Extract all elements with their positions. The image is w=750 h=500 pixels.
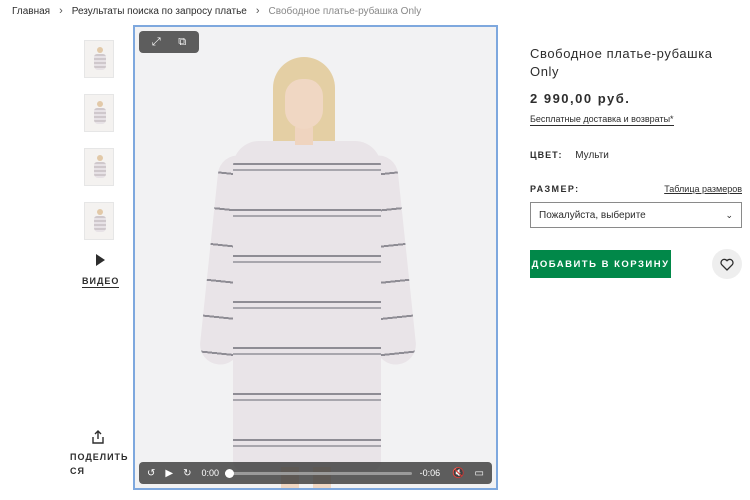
breadcrumb-separator: › [59, 5, 63, 17]
mute-icon[interactable]: 🔇 [452, 468, 464, 479]
share-icon [92, 430, 104, 444]
video-label: ВИДЕО [82, 276, 120, 288]
expand-icon[interactable]: ⤢ [152, 36, 161, 49]
breadcrumb-search-link[interactable]: Результаты поиска по запросу платье [72, 6, 247, 17]
seek-bar-handle[interactable] [224, 468, 234, 478]
thumbnail-list [84, 40, 116, 256]
forward-icon[interactable]: ↻ [183, 468, 191, 479]
share-label: ПОДЕЛИТЬСЯ [70, 452, 129, 476]
video-thumbnail[interactable]: ВИДЕО [82, 254, 120, 289]
breadcrumb-home-link[interactable]: Главная [12, 6, 50, 17]
color-label: ЦВЕТ: [530, 150, 563, 160]
size-select-value: Пожалуйста, выберите [539, 209, 646, 221]
seek-bar[interactable] [224, 468, 412, 478]
product-price: 2 990,00 руб. [530, 91, 631, 106]
size-label: РАЗМЕР: [530, 184, 580, 194]
free-delivery-link[interactable]: Бесплатные доставка и возвраты* [530, 114, 674, 126]
product-info: Свободное платье-рубашка Only 2 990,00 р… [530, 45, 742, 279]
thumbnail-4[interactable] [84, 202, 114, 240]
thumbnail-1[interactable] [84, 40, 114, 78]
size-select[interactable]: Пожалуйста, выберите ⌄ [530, 202, 742, 228]
player-controls: ↺ ▶ ↻ 0:00 -0:06 🔇 ▭ [139, 462, 492, 484]
chevron-down-icon: ⌄ [725, 209, 733, 220]
breadcrumb-current: Свободное платье-рубашка Only [268, 5, 422, 17]
thumbnail-3[interactable] [84, 148, 114, 186]
product-actions: ДОБАВИТЬ В КОРЗИНУ [530, 249, 742, 279]
captions-icon[interactable]: ▭ [475, 468, 484, 479]
size-chart-link[interactable]: Таблица размеров [664, 184, 742, 194]
share-button[interactable]: ПОДЕЛИТЬСЯ [66, 430, 130, 478]
thumbnail-2[interactable] [84, 94, 114, 132]
remaining-time: -0:06 [419, 468, 441, 478]
breadcrumb-separator: › [255, 5, 260, 17]
color-value: Мульти [575, 150, 609, 161]
add-to-cart-button[interactable]: ДОБАВИТЬ В КОРЗИНУ [530, 250, 672, 278]
product-video-player[interactable]: ⤢ ⧉ ↺ ▶ ↻ 0:00 -0:06 🔇 ▭ [133, 25, 498, 490]
heart-icon [720, 258, 734, 271]
size-row: РАЗМЕР: Таблица размеров [530, 184, 742, 194]
current-time: 0:00 [201, 468, 220, 478]
play-icon[interactable]: ▶ [165, 468, 173, 479]
rewind-icon[interactable]: ↺ [147, 468, 155, 479]
picture-in-picture-icon[interactable]: ⧉ [178, 36, 186, 49]
save-for-later-button[interactable] [712, 249, 742, 279]
play-icon [95, 254, 105, 266]
product-image [195, 57, 445, 488]
product-title: Свободное платье-рубашка Only [530, 46, 713, 79]
breadcrumb: Главная › Результаты поиска по запросу п… [12, 4, 421, 18]
player-top-toolbar: ⤢ ⧉ [139, 31, 199, 53]
color-row: ЦВЕТ: Мульти [530, 150, 742, 161]
